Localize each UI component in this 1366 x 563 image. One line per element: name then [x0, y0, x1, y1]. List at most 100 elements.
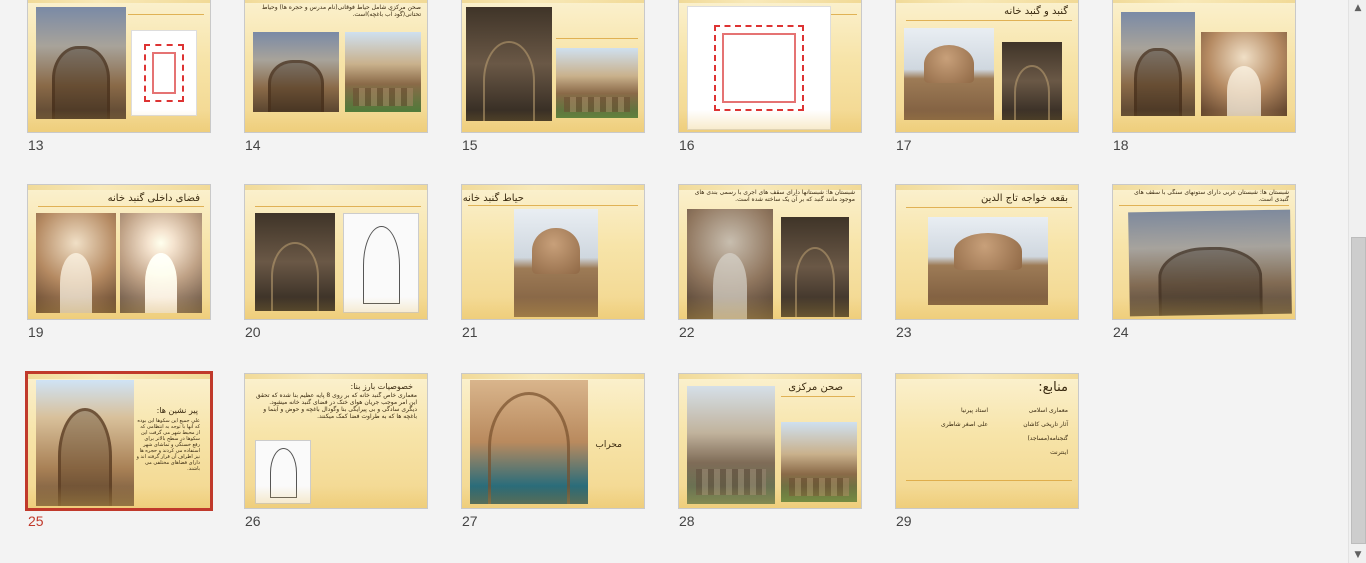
slide-body-text: معماری خاص گنبد خانه که بر روی 8 پایه عظ…: [256, 392, 417, 420]
title-rule: [906, 207, 1072, 208]
title-rule: [1119, 205, 1289, 206]
slide-number: 17: [896, 137, 912, 153]
slide-preview[interactable]: بقعه خواجه تاج الدین: [895, 184, 1079, 320]
title-rule: [781, 396, 855, 397]
slide-thumbnail-14[interactable]: صحن مرکزی شامل حیاط فوقانی(نام مدرس و حج…: [244, 0, 428, 153]
slide-thumbnail-20[interactable]: 20: [244, 184, 428, 340]
title-rule: [255, 206, 421, 207]
title-rule: [468, 205, 638, 206]
footer-rule: [906, 480, 1072, 481]
slide-thumbnail-15[interactable]: 15: [461, 0, 645, 153]
slide-thumbnail-25[interactable]: پیر نشین ها: علی جمیع این سکوها این بوده…: [25, 371, 213, 529]
scrollbar-thumb[interactable]: [1351, 237, 1366, 544]
interior-photo: [120, 213, 202, 313]
slide-number: 26: [245, 513, 261, 529]
slide-title: گنبد و گنبد خانه: [1004, 6, 1068, 17]
tomb-photo: [928, 217, 1048, 305]
slide-preview[interactable]: فضای داخلی گنبد خانه: [27, 184, 211, 320]
slide-number: 28: [679, 513, 695, 529]
slide-preview[interactable]: پیر نشین ها: علی جمیع این سکوها این بوده…: [25, 371, 213, 511]
slide-title: خصوصیات بارز بنا:: [350, 382, 413, 391]
title-rule: [831, 14, 857, 15]
dome-photo: [514, 209, 598, 317]
slide-number: 13: [28, 137, 44, 153]
title-rule: [556, 38, 638, 39]
slide-number: 21: [462, 324, 478, 340]
references-column-right: معماری اسلامی آثار تاریخی کاشان گنجنامه(…: [988, 404, 1068, 460]
interior-photo: [36, 213, 116, 313]
title-rule: [906, 20, 1072, 21]
slide-number: 25: [28, 513, 44, 529]
slide-number: 24: [1113, 324, 1129, 340]
slide-preview[interactable]: محراب: [461, 373, 645, 509]
slide-number: 16: [679, 137, 695, 153]
slide-preview[interactable]: [27, 0, 211, 133]
section-sketch: [255, 440, 311, 504]
slide-thumbnail-21[interactable]: حیاط گنبد خانه 21: [461, 184, 645, 340]
courtyard-photo: [781, 422, 857, 502]
slide-number: 20: [245, 324, 261, 340]
slide-number: 19: [28, 324, 44, 340]
slide-title: فضای داخلی گنبد خانه: [107, 193, 200, 204]
slide-thumbnail-22[interactable]: شبستان ها: شبستانها دارای سقف های آجری ب…: [678, 184, 862, 340]
slide-thumbnail-17[interactable]: گنبد و گنبد خانه 17: [895, 0, 1079, 153]
slide-body-text: صحن مرکزی شامل حیاط فوقانی(نام مدرس و حج…: [261, 4, 421, 18]
dome-interior-photo: [1201, 32, 1287, 116]
slide-preview[interactable]: شبستان ها: شبستان غربی دارای ستونهای سنگ…: [1112, 184, 1296, 320]
slide-body-text: علی جمیع این سکوها این بوده که آنها با ت…: [136, 418, 200, 472]
references-column-left: استاد پیرنیا علی اصغر شاطری: [918, 404, 988, 432]
slide-thumbnail-19[interactable]: فضای داخلی گنبد خانه 19: [27, 184, 211, 340]
slide-number: 14: [245, 137, 261, 153]
building-photo: [36, 7, 126, 119]
slide-preview[interactable]: صحن مرکزی: [678, 373, 862, 509]
slide-title: محراب: [595, 440, 622, 450]
slide-thumbnail-26[interactable]: خصوصیات بارز بنا: معماری خاص گنبد خانه ک…: [244, 373, 428, 529]
reference-item: گنجنامه(مساجد): [1027, 435, 1068, 442]
title-rule: [38, 206, 204, 207]
scroll-up-arrow-icon[interactable]: ▲: [1351, 1, 1365, 15]
slide-number: 29: [896, 513, 912, 529]
slide-thumbnail-28[interactable]: صحن مرکزی 28: [678, 373, 862, 529]
title-rule: [128, 14, 204, 15]
courtyard-photo: [556, 48, 638, 118]
slide-body-text: شبستان ها: شبستانها دارای سقف های آجری ب…: [694, 189, 855, 203]
slide-thumbnail-16[interactable]: 16: [678, 0, 862, 153]
scroll-down-arrow-icon[interactable]: ▼: [1351, 548, 1365, 562]
portal-photo: [36, 380, 134, 506]
slide-number: 27: [462, 513, 478, 529]
slide-thumbnail-13[interactable]: 13: [27, 0, 211, 153]
reference-item: استاد پیرنیا: [960, 407, 988, 414]
reference-item: اینترنت: [1050, 449, 1068, 456]
slide-title: منابع:: [1038, 380, 1068, 395]
mosque-facade-photo: [1121, 12, 1195, 116]
corridor-photo: [781, 217, 849, 317]
slide-preview[interactable]: [678, 0, 862, 133]
slide-thumbnail-24[interactable]: شبستان ها: شبستان غربی دارای ستونهای سنگ…: [1112, 184, 1296, 340]
vertical-scrollbar[interactable]: ▲ ▼: [1348, 0, 1366, 563]
slide-preview[interactable]: [461, 0, 645, 133]
slide-number: 23: [896, 324, 912, 340]
hall-photo: [1128, 209, 1292, 317]
slide-preview[interactable]: خصوصیات بارز بنا: معماری خاص گنبد خانه ک…: [244, 373, 428, 509]
interior-photo: [255, 213, 335, 311]
interior-photo: [466, 7, 552, 121]
slide-number: 22: [679, 324, 695, 340]
slide-thumbnail-18[interactable]: 18: [1112, 0, 1296, 153]
slide-preview[interactable]: [244, 184, 428, 320]
slide-title: پیر نشین ها:: [156, 406, 198, 415]
slide-thumbnail-27[interactable]: محراب 27: [461, 373, 645, 529]
slide-preview[interactable]: منابع: معماری اسلامی آثار تاریخی کاشان گ…: [895, 373, 1079, 509]
reference-item: آثار تاریخی کاشان: [1023, 421, 1068, 428]
slide-preview[interactable]: شبستان ها: شبستانها دارای سقف های آجری ب…: [678, 184, 862, 320]
slide-thumbnail-23[interactable]: بقعه خواجه تاج الدین 23: [895, 184, 1079, 340]
slide-preview[interactable]: [1112, 0, 1296, 133]
ceiling-photo: [687, 209, 773, 319]
courtyard-photo: [253, 32, 339, 112]
slide-preview[interactable]: گنبد و گنبد خانه: [895, 0, 1079, 133]
slide-thumbnail-29[interactable]: منابع: معماری اسلامی آثار تاریخی کاشان گ…: [895, 373, 1079, 529]
slide-preview[interactable]: حیاط گنبد خانه: [461, 184, 645, 320]
floor-plan-image: [687, 6, 831, 130]
section-sketch: [343, 213, 419, 313]
slide-preview[interactable]: صحن مرکزی شامل حیاط فوقانی(نام مدرس و حج…: [244, 0, 428, 133]
courtyard-photo: [345, 32, 421, 112]
